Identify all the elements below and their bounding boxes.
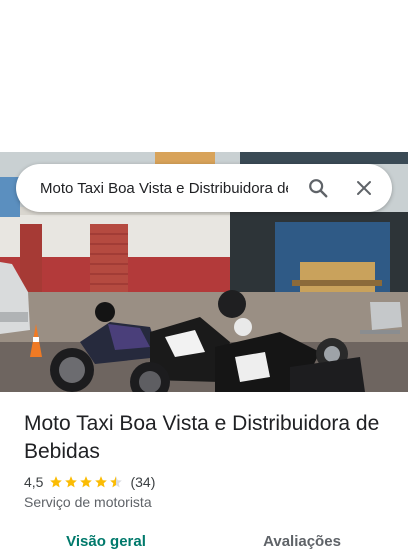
search-icon	[309, 179, 328, 198]
star-icon	[95, 476, 108, 488]
star-icon	[65, 476, 78, 488]
clear-search-button[interactable]	[344, 168, 384, 208]
star-icon	[50, 476, 63, 488]
star-icon	[80, 476, 93, 488]
review-count: (34)	[130, 474, 156, 490]
rating-row[interactable]: 4,5 (34)	[24, 473, 155, 491]
search-button[interactable]	[298, 168, 338, 208]
half-star-icon	[110, 476, 123, 488]
search-bar[interactable]: Moto Taxi Boa Vista e Distribuidora de B…	[16, 164, 392, 212]
place-title: Moto Taxi Boa Vista e Distribuidora de B…	[24, 412, 380, 463]
rating-value: 4,5	[24, 474, 44, 490]
place-category: Serviço de motorista	[24, 494, 152, 510]
tab-reviews[interactable]: Avaliações	[200, 533, 404, 550]
close-icon	[357, 181, 371, 195]
search-input[interactable]: Moto Taxi Boa Vista e Distribuidora de B…	[40, 180, 288, 197]
rating-stars	[49, 475, 124, 489]
tab-overview[interactable]: Visão geral	[4, 533, 208, 550]
